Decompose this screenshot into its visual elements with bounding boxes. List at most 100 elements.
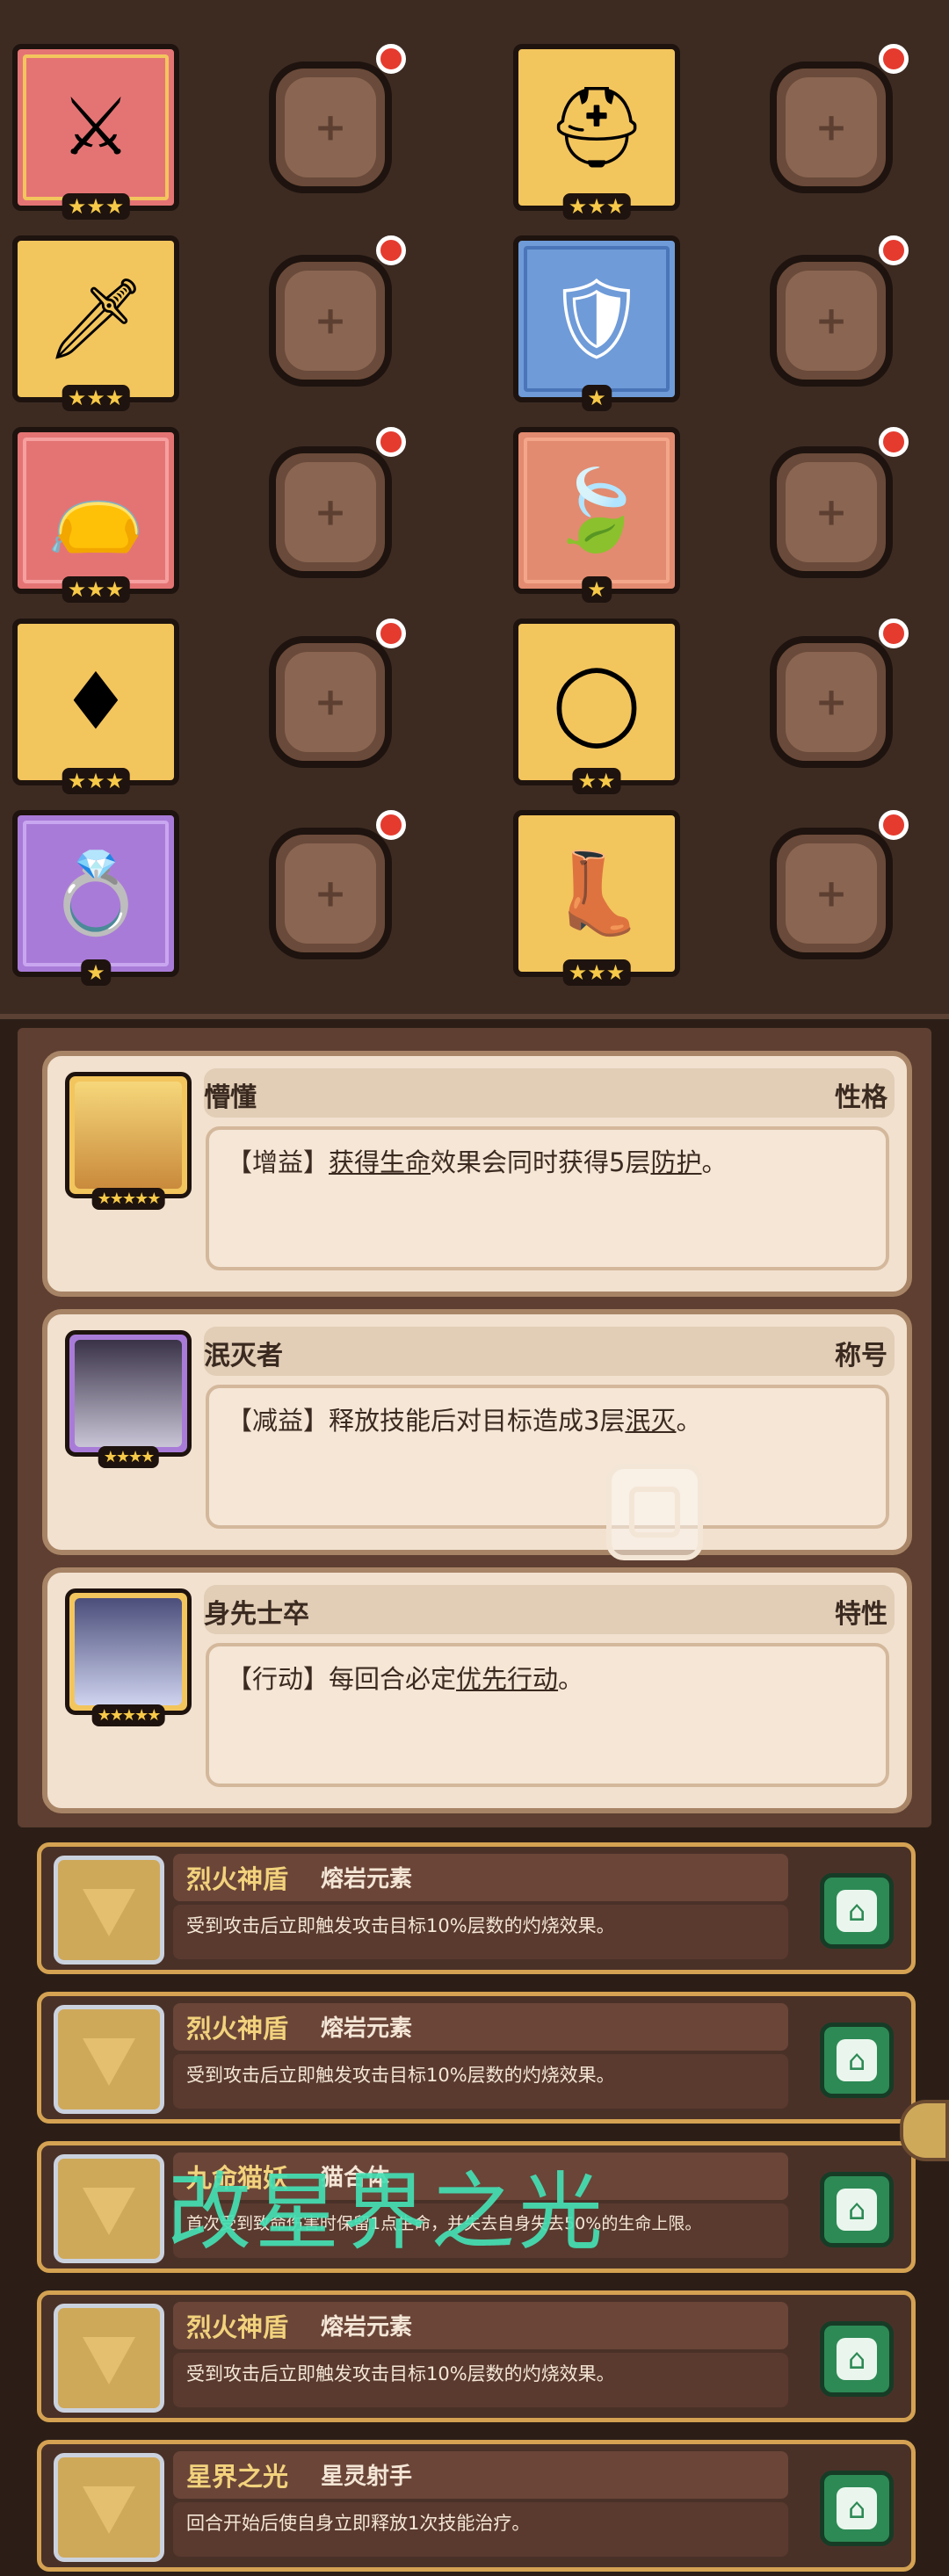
empty-slot[interactable]: + [269,446,392,578]
equipment-slot-horned-helmet[interactable]: ⛑ ★★★ [513,44,680,220]
skill-element: 熔岩元素 [321,1866,413,1892]
avatar-stars: ★★★★ [98,1446,159,1468]
item-stars: ★ [582,576,612,603]
item-stars: ★★★ [562,193,631,220]
skill-card[interactable]: 星界之光 星灵射手 回合开始后使自身立即释放1次技能治疗。 ⌂ [37,2440,916,2572]
empty-slot[interactable]: + [770,636,893,768]
equipment-slot-red-gem[interactable]: ♦ ★★★ [12,619,179,794]
plus-icon: + [314,871,347,916]
item-stars: ★ [582,385,612,411]
skill-name: 烈火神盾 [186,2014,289,2044]
traits-panel: ★★★★★ 懵懂 性格 【增益】获得生命效果会同时获得5层防护。 ★★★★ 泯灭… [18,1028,931,1827]
empty-slot[interactable]: + [770,828,893,959]
equipment-slot-green-leaf[interactable]: 🍃 ★ [513,427,680,603]
notification-dot [376,44,406,74]
dagger-icon: 🗡 [45,272,147,365]
plus-icon: + [815,871,848,916]
plus-icon: + [815,298,848,344]
skill-name: 星界之光 [186,2462,289,2492]
item-stars: ★★★ [562,959,631,986]
character-avatar: ★★★★★ [65,1072,192,1210]
equipment-slot-dagger[interactable]: 🗡 ★★★ [12,235,179,411]
shield-icon [54,2005,164,2114]
skill-name: 烈火神盾 [186,1864,289,1894]
notification-dot [376,427,406,457]
crossed-swords-icon: ⚔ [60,81,132,174]
equipment-slot-white-armor[interactable]: 🛡 ★ [513,235,680,411]
notification-dot [879,235,909,265]
empty-slot[interactable]: + [269,62,392,193]
trait-name: 身先士卒 [204,1599,309,1630]
lock-icon: ⌂ [847,1894,866,1928]
item-stars: ★★ [572,768,621,794]
skill-name: 烈火神盾 [186,2312,289,2342]
skill-description: 受到攻击后立即触发攻击目标10%层数的灼烧效果。 [186,1915,615,1936]
bracelet-icon: ◯ [552,655,641,749]
plus-icon: + [314,489,347,535]
ring-icon: 💍 [46,847,146,940]
lock-icon: ⌂ [847,2342,866,2376]
skill-element: 星灵射手 [321,2464,413,2490]
empty-slot[interactable]: + [269,828,392,959]
plus-icon: + [815,679,848,725]
notification-dot [376,810,406,840]
character-avatar: ★★★★★ [65,1588,192,1726]
empty-slot[interactable]: + [269,255,392,387]
pouch-icon: 👝 [46,464,146,557]
empty-slot[interactable]: + [770,62,893,193]
plus-icon: + [815,489,848,535]
notification-dot [376,619,406,648]
empty-slot[interactable]: + [770,446,893,578]
trait-description: 【增益】获得生命效果会同时获得5层防护。 [206,1126,889,1270]
notification-dot [879,619,909,648]
horned-helmet-icon: ⛑ [546,81,648,174]
skill-description: 受到攻击后立即触发攻击目标10%层数的灼烧效果。 [186,2065,615,2086]
lock-button[interactable]: ⌂ [820,2022,894,2098]
equipment-slot-green-ring[interactable]: 💍 ★ [12,810,179,986]
item-stars: ★★★ [62,576,130,603]
empty-slot[interactable]: + [269,636,392,768]
shield-icon [54,2304,164,2413]
trait-description: 【减益】释放技能后对目标造成3层泯灭。 [206,1385,889,1529]
lock-button[interactable]: ⌂ [820,2321,894,2397]
trait-card[interactable]: ★★★★★ 懵懂 性格 【增益】获得生命效果会同时获得5层防护。 [42,1051,912,1297]
skill-card[interactable]: 烈火神盾 熔岩元素 受到攻击后立即触发攻击目标10%层数的灼烧效果。 ⌂ [37,1842,916,1974]
boots-icon: 👢 [547,847,647,940]
skill-element: 熔岩元素 [321,2314,413,2341]
star-icon [54,2453,164,2562]
lock-icon: ⌂ [847,2193,866,2226]
trait-description: 【行动】每回合必定优先行动。 [206,1643,889,1787]
skill-card[interactable]: 烈火神盾 熔岩元素 受到攻击后立即触发攻击目标10%层数的灼烧效果。 ⌂ [37,2290,916,2422]
lock-button[interactable]: ⌂ [820,2471,894,2546]
item-stars: ★★★ [62,193,130,220]
equipment-slot-ring-bracelet[interactable]: ◯ ★★ [513,619,680,794]
trait-card[interactable]: ★★★★ 泯灭者 称号 【减益】释放技能后对目标造成3层泯灭。 [42,1309,912,1555]
plus-icon: + [314,105,347,150]
skill-description: 回合开始后使自身立即释放1次技能治疗。 [186,2513,531,2534]
equipment-slot-pouch[interactable]: 👝 ★★★ [12,427,179,603]
item-stars: ★★★ [62,768,130,794]
avatar-stars: ★★★★★ [91,1188,165,1210]
skill-card[interactable]: 烈火神盾 熔岩元素 受到攻击后立即触发攻击目标10%层数的灼烧效果。 ⌂ [37,1992,916,2124]
floating-action-button[interactable] [606,1464,703,1560]
cat-icon [54,2154,164,2263]
item-stars: ★★★ [62,385,130,411]
plus-icon: + [314,298,347,344]
notification-dot [879,810,909,840]
trait-card[interactable]: ★★★★★ 身先士卒 特性 【行动】每回合必定优先行动。 [42,1567,912,1813]
notification-dot [376,235,406,265]
side-tab[interactable] [900,2100,949,2161]
empty-slot[interactable]: + [770,255,893,387]
avatar-stars: ★★★★★ [91,1704,165,1726]
notification-dot [879,427,909,457]
plus-icon: + [314,679,347,725]
equipment-slot-crossed-swords[interactable]: ⚔ ★★★ [12,44,179,220]
lock-button[interactable]: ⌂ [820,1873,894,1949]
trait-type: 特性 [835,1599,887,1630]
plus-icon: + [815,105,848,150]
equipment-panel: ⚔ ★★★ + ⛑ ★★★ + 🗡 ★★★ + 🛡 ★ + 👝 ★★★ + 🍃 … [0,0,949,1019]
trait-name: 泯灭者 [204,1341,283,1371]
trait-name: 懵懂 [204,1082,257,1113]
lock-button[interactable]: ⌂ [820,2172,894,2247]
equipment-slot-boots[interactable]: 👢 ★★★ [513,810,680,986]
